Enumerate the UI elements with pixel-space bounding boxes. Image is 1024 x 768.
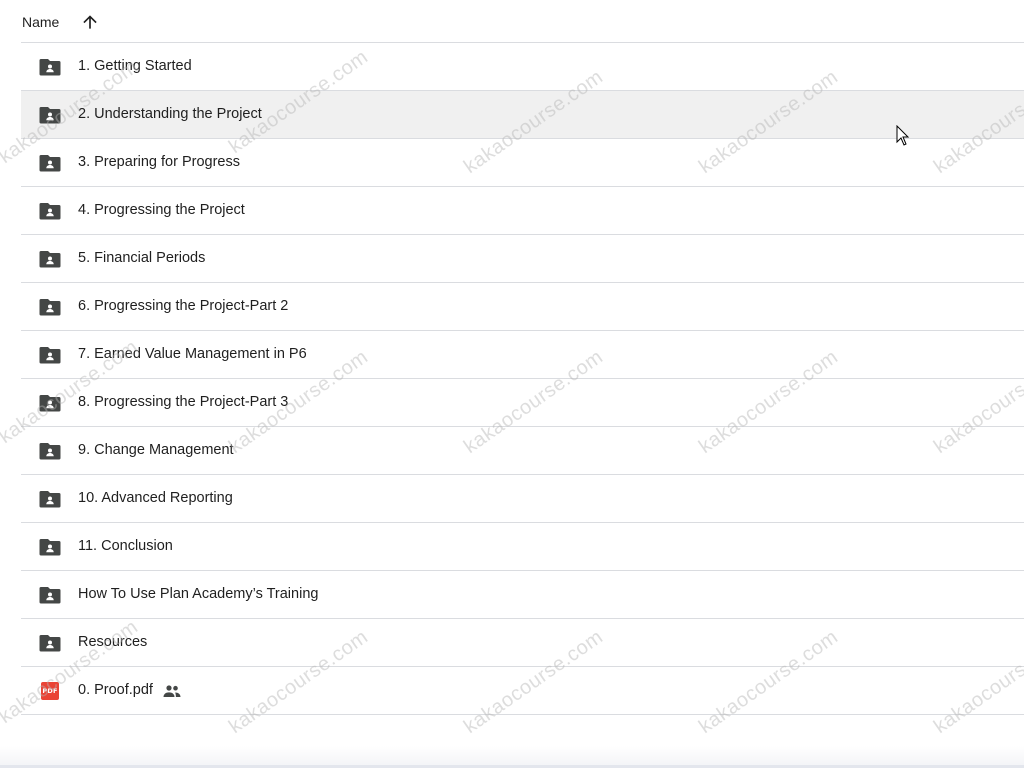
folder-row[interactable]: Resources — [21, 619, 1024, 667]
shared-folder-icon — [39, 203, 61, 220]
shared-folder-icon — [39, 347, 61, 364]
folder-row[interactable]: 1. Getting Started — [21, 43, 1024, 91]
folder-row[interactable]: 6. Progressing the Project-Part 2 — [21, 283, 1024, 331]
folder-row[interactable]: 10. Advanced Reporting — [21, 475, 1024, 523]
shared-folder-icon — [39, 395, 61, 412]
shared-folder-icon — [39, 491, 61, 508]
file-name: 2. Understanding the Project — [78, 106, 262, 122]
shared-folder-icon — [39, 251, 61, 268]
file-row[interactable]: PDF 0. Proof.pdf — [21, 667, 1024, 715]
file-browser: Name 1. Getting Started 2. Understanding … — [0, 0, 1024, 768]
shared-folder-icon — [39, 59, 61, 76]
file-name: Resources — [78, 634, 148, 650]
file-name: 9. Change Management — [78, 442, 234, 458]
shared-folder-icon — [39, 635, 61, 652]
list-header: Name — [0, 0, 1024, 43]
shared-folder-icon — [39, 155, 61, 172]
pdf-icon: PDF — [41, 682, 59, 700]
folder-row[interactable]: 7. Earned Value Management in P6 — [21, 331, 1024, 379]
folder-row[interactable]: 5. Financial Periods — [21, 235, 1024, 283]
file-list: 1. Getting Started 2. Understanding the P… — [21, 42, 1024, 715]
name-column-header[interactable]: Name — [22, 14, 59, 30]
folder-row[interactable]: 11. Conclusion — [21, 523, 1024, 571]
file-name: 5. Financial Periods — [78, 250, 206, 266]
people-icon — [163, 685, 181, 697]
file-name: 8. Progressing the Project-Part 3 — [78, 394, 289, 410]
file-name: 6. Progressing the Project-Part 2 — [78, 298, 289, 314]
shared-folder-icon — [39, 587, 61, 604]
arrow-up-icon[interactable] — [80, 12, 100, 32]
shared-folder-icon — [39, 539, 61, 556]
file-name: How To Use Plan Academy’s Training — [78, 586, 319, 602]
file-name: 10. Advanced Reporting — [78, 490, 233, 506]
shared-folder-icon — [39, 107, 61, 124]
shared-folder-icon — [39, 299, 61, 316]
folder-row[interactable]: 4. Progressing the Project — [21, 187, 1024, 235]
folder-row[interactable]: 9. Change Management — [21, 427, 1024, 475]
shared-folder-icon — [39, 443, 61, 460]
file-name: 7. Earned Value Management in P6 — [78, 346, 307, 362]
file-name: 0. Proof.pdf — [78, 682, 153, 698]
file-name: 3. Preparing for Progress — [78, 154, 240, 170]
folder-row[interactable]: 2. Understanding the Project — [21, 91, 1024, 139]
file-name: 4. Progressing the Project — [78, 202, 245, 218]
folder-row[interactable]: 8. Progressing the Project-Part 3 — [21, 379, 1024, 427]
file-name: 11. Conclusion — [78, 538, 173, 554]
folder-row[interactable]: How To Use Plan Academy’s Training — [21, 571, 1024, 619]
mouse-cursor-icon — [896, 125, 910, 146]
folder-row[interactable]: 3. Preparing for Progress — [21, 139, 1024, 187]
file-name: 1. Getting Started — [78, 58, 192, 74]
